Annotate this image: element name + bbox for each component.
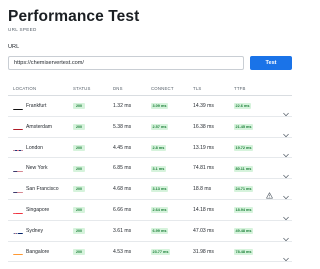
location-name: Bangalore (26, 248, 50, 255)
status-badge: 200 (73, 123, 85, 130)
table-row[interactable]: Amsterdam 200 5.38 ms 2.57 ms 16.38 ms 21.45 … (8, 117, 292, 138)
tls-time: 31.98 ms (193, 248, 214, 255)
dns-time: 6.85 ms (113, 165, 132, 172)
connect-time-badge: 23.77 ms (151, 248, 171, 255)
connect-time-badge: 2.8 ms (151, 144, 166, 151)
nl-flag-icon (13, 123, 23, 131)
chevron-down-icon[interactable] (283, 187, 289, 200)
dns-time: 3.61 ms (113, 227, 132, 234)
tls-time: 74.81 ms (193, 165, 214, 172)
column-header-status: STATUS (73, 86, 91, 91)
ttfb-time-badge: 19.72 ms (234, 144, 254, 151)
tls-time: 14.18 ms (193, 207, 214, 213)
url-label: URL (8, 44, 20, 50)
table-row[interactable]: Sydney 200 3.61 ms 6.99 ms 47.03 ms 49.48 ms (8, 221, 292, 242)
location-name: London (26, 144, 43, 151)
au-flag-icon (13, 227, 23, 235)
status-badge: 200 (73, 165, 85, 172)
ttfb-time-badge: 24.71 ms (234, 186, 254, 193)
ttfb-time-badge: 22.6 ms (234, 103, 251, 110)
us-flag-icon (13, 165, 23, 172)
url-input[interactable] (8, 56, 244, 70)
connect-time-badge: 2.64 ms (151, 207, 168, 214)
sg-flag-icon (13, 207, 23, 214)
location-name: Amsterdam (26, 123, 53, 130)
page-title: Performance Test (8, 8, 140, 25)
chevron-down-icon[interactable] (283, 125, 289, 137)
tls-time: 14.39 ms (193, 103, 214, 109)
warning-triangle-icon[interactable] (266, 186, 273, 199)
us-flag-icon (13, 186, 23, 193)
column-header-location: LOCATION (13, 86, 37, 91)
location-name: Frankfurt (26, 103, 47, 109)
tls-time: 16.38 ms (193, 123, 214, 130)
table-row[interactable]: Bangalore 200 4.53 ms 23.77 ms 31.98 ms 78.48… (8, 242, 292, 263)
location-name: San Francisco (26, 186, 59, 193)
chevron-down-icon[interactable] (283, 229, 289, 241)
gb-flag-icon (13, 144, 23, 152)
connect-time-badge: 3.09 ms (151, 103, 168, 110)
de-flag-icon (13, 103, 23, 110)
ttfb-time-badge: 49.48 ms (234, 227, 254, 234)
chevron-down-icon[interactable] (283, 249, 289, 262)
chevron-down-icon[interactable] (283, 166, 289, 179)
table-header: LOCATION STATUS DNS CONNECT TLS TTFB (8, 86, 292, 94)
table-row[interactable]: Singapore 200 6.66 ms 2.64 ms 14.18 ms 18.94 … (8, 200, 292, 221)
tls-time: 13.19 ms (193, 144, 214, 151)
ttfb-time-badge: 18.94 ms (234, 207, 254, 214)
location-name: Sydney (26, 227, 43, 234)
status-badge: 200 (73, 207, 85, 214)
column-header-tls: TLS (193, 86, 202, 91)
column-header-ttfb: TTFB (234, 86, 246, 91)
test-button[interactable]: Test (250, 56, 292, 70)
ttfb-time-badge: 21.45 ms (234, 123, 254, 130)
dns-time: 6.66 ms (113, 207, 132, 213)
ttfb-time-badge: 80.11 ms (234, 165, 253, 172)
location-name: Singapore (26, 207, 50, 213)
table-row[interactable]: London 200 4.45 ms 2.8 ms 13.19 ms 19.72 ms (8, 138, 292, 159)
dns-time: 5.38 ms (113, 123, 132, 130)
status-badge: 200 (73, 227, 85, 234)
ttfb-time-badge: 78.48 ms (234, 248, 254, 255)
connect-time-badge: 6.99 ms (151, 227, 168, 234)
column-header-dns: DNS (113, 86, 123, 91)
connect-time-badge: 3.1 ms (151, 165, 166, 172)
dns-time: 4.53 ms (113, 248, 132, 255)
table-row[interactable]: New York 200 6.85 ms 3.1 ms 74.81 ms 80.11 ms (8, 158, 292, 180)
connect-time-badge: 2.57 ms (151, 123, 168, 130)
connect-time-badge: 3.13 ms (151, 186, 168, 193)
tls-time: 47.03 ms (193, 227, 214, 234)
column-header-connect: CONNECT (151, 86, 174, 91)
table-row[interactable]: Frankfurt 200 1.32 ms 3.09 ms 14.39 ms 22.6 m… (8, 96, 292, 117)
in-flag-icon (13, 248, 23, 256)
chevron-down-icon[interactable] (283, 208, 289, 220)
dns-time: 4.68 ms (113, 186, 132, 193)
dns-time: 4.45 ms (113, 144, 132, 151)
status-badge: 200 (73, 144, 85, 151)
tls-time: 18.8 ms (193, 186, 212, 193)
status-badge: 200 (73, 186, 85, 193)
dns-time: 1.32 ms (113, 103, 132, 109)
chevron-down-icon[interactable] (283, 145, 289, 158)
table-row[interactable]: San Francisco 200 4.68 ms 3.13 ms 18.8 ms 24.… (8, 179, 292, 200)
page-subtitle: URL SPEED (8, 27, 37, 32)
chevron-down-icon[interactable] (283, 104, 289, 116)
location-name: New York (26, 165, 48, 172)
status-badge: 200 (73, 103, 85, 110)
status-badge: 200 (73, 248, 85, 255)
